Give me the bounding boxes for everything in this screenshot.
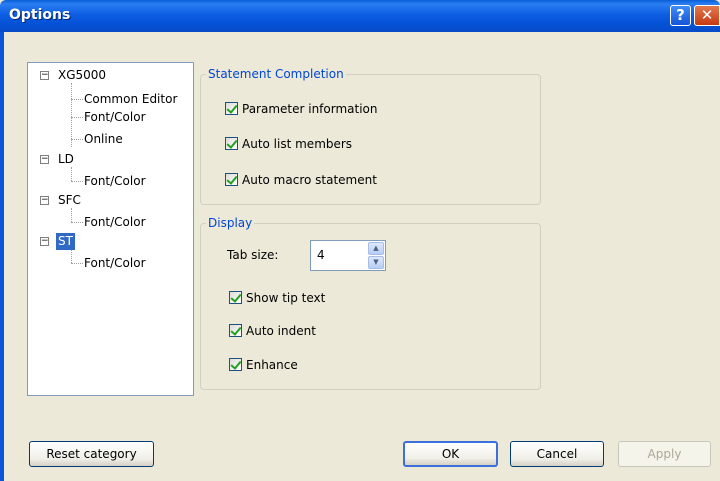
tree-node-common-editor[interactable]: Common Editor [84, 91, 177, 108]
tree-node-label: SFC [58, 193, 81, 207]
tree-connector [71, 139, 83, 140]
tree-node-font-color[interactable]: Font/Color [84, 214, 146, 231]
checkbox-checked-icon [229, 358, 242, 371]
collapse-icon[interactable]: − [40, 155, 49, 164]
collapse-icon[interactable]: − [40, 237, 49, 246]
tree-node-label: Font/Color [84, 110, 146, 124]
tree-node-label-selected: ST [56, 233, 75, 250]
tree-node-font-color[interactable]: Font/Color [84, 173, 146, 190]
checkbox-checked-icon [225, 102, 238, 115]
collapse-icon[interactable]: − [40, 196, 49, 205]
tree-connector [71, 167, 72, 181]
checkbox-label: Auto list members [242, 137, 353, 151]
tab-size-spinner[interactable]: 4 ▲ ▼ [310, 240, 386, 271]
spin-up-icon[interactable]: ▲ [368, 242, 384, 255]
tree-connector [71, 83, 72, 147]
checkbox-checked-icon [229, 324, 242, 337]
help-icon: ? [676, 6, 685, 24]
tree-node-label: LD [58, 152, 74, 166]
tree-node-label: Font/Color [84, 215, 146, 229]
tree-node-label: Online [84, 132, 123, 146]
category-tree[interactable]: − XG5000 Common Editor Font/Color Online… [27, 62, 194, 396]
checkbox-label: Enhance [246, 358, 298, 372]
tree-node-font-color[interactable]: Font/Color [84, 109, 146, 126]
reset-category-button[interactable]: Reset category [29, 441, 154, 467]
tree-connector [71, 208, 72, 222]
checkbox-checked-icon [229, 291, 242, 304]
tree-node-label: XG5000 [58, 68, 107, 82]
tree-connector [71, 249, 72, 263]
close-button[interactable]: ✕ [694, 5, 720, 26]
tree-node-font-color[interactable]: Font/Color [84, 255, 146, 272]
checkbox-label: Auto indent [246, 324, 316, 338]
tree-node-label: Common Editor [84, 92, 178, 106]
checkbox-label: Parameter information [242, 102, 378, 116]
collapse-icon[interactable]: − [40, 71, 49, 80]
window-title: Options [9, 7, 71, 23]
tree-connector [71, 263, 83, 264]
tree-connector [71, 117, 83, 118]
checkbox-checked-icon [225, 137, 238, 150]
title-bar[interactable]: Options ? ✕ [0, 0, 720, 32]
statement-completion-title: Statement Completion [206, 67, 346, 81]
tree-node-label: Font/Color [84, 174, 146, 188]
tree-node-label: Font/Color [84, 256, 146, 270]
tab-size-value[interactable]: 4 [317, 248, 325, 262]
tree-connector [71, 181, 83, 182]
checkbox-label: Auto macro statement [242, 173, 377, 187]
tab-size-label: Tab size: [227, 248, 279, 262]
help-button[interactable]: ? [670, 5, 691, 26]
checkbox-checked-icon [225, 173, 238, 186]
cancel-button[interactable]: Cancel [510, 441, 604, 467]
ok-button[interactable]: OK [403, 441, 498, 467]
close-icon: ✕ [700, 6, 714, 24]
tree-node-online[interactable]: Online [84, 131, 123, 148]
checkbox-label: Show tip text [246, 291, 326, 305]
window-frame-left [0, 32, 4, 481]
spin-down-icon[interactable]: ▼ [368, 256, 384, 269]
display-title: Display [206, 216, 255, 230]
tree-connector [71, 222, 83, 223]
apply-button: Apply [618, 441, 711, 467]
tree-connector [71, 99, 83, 100]
